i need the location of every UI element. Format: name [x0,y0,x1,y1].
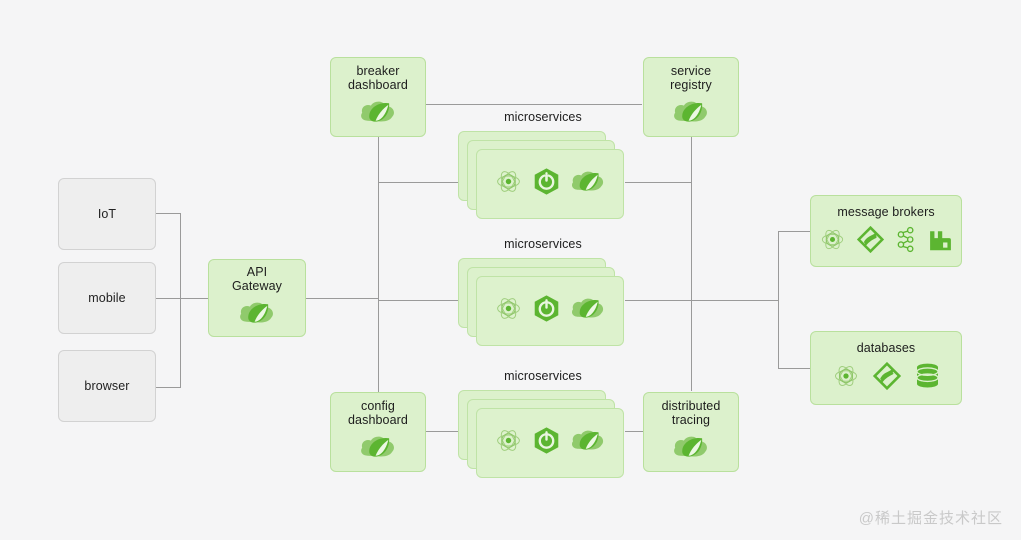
spring-cloud-icon [672,434,710,465]
message-brokers-icons [819,225,953,258]
distributed-tracing-icons [672,434,710,465]
microservices-title-middle: microservices [504,237,582,251]
spring-cloud-icon [359,99,397,130]
api-gateway-box[interactable]: API Gateway [208,259,306,337]
wire-trunk-to-ms-middle [378,300,462,301]
spring-boot-icon [532,294,561,328]
microservices-title-bottom: microservices [504,369,582,383]
wire-mobile-to-gateway [156,298,209,299]
broker-block-icon [928,226,953,257]
kafka-icon [895,226,917,258]
microservices-card-front[interactable] [476,149,624,219]
microservices-group-middle: microservices [458,237,628,358]
spring-cloud-icon [570,169,606,199]
atom-icon [819,226,846,258]
microservices-icons-middle [477,277,623,345]
api-gateway-label: API Gateway [231,265,283,293]
spring-cloud-icon [238,300,276,331]
wire-trunk-to-ms-top [378,182,462,183]
spring-cloud-icon [570,296,606,326]
client-box-iot[interactable]: IoT [58,178,156,250]
atom-icon [494,294,523,328]
config-dashboard-box[interactable]: config dashboard [330,392,426,472]
microservices-icons-bottom [477,409,623,477]
databases-box[interactable]: databases [810,331,962,405]
api-gateway-icons [238,300,276,331]
breaker-dashboard-icons [359,99,397,130]
rabbitmq-diamond-icon [856,225,885,258]
client-label-iot: IoT [97,207,117,221]
breaker-dashboard-box[interactable]: breaker dashboard [330,57,426,137]
client-label-browser: browser [84,379,130,393]
distributed-tracing-label: distributed tracing [661,399,721,427]
wire-trunk-to-databases [778,368,811,369]
microservices-group-top: microservices [458,110,628,231]
spring-cloud-icon [570,428,606,458]
rabbitmq-diamond-icon [872,361,901,395]
wire-client-bus [180,213,181,388]
spring-boot-icon [532,167,561,201]
wire-backend-trunk [778,231,779,369]
database-cylinder-icon [914,362,941,395]
config-dashboard-icons [359,434,397,465]
client-box-browser[interactable]: browser [58,350,156,422]
microservices-card-front[interactable] [476,408,624,478]
breaker-dashboard-label: breaker dashboard [348,64,408,92]
architecture-diagram: IoT mobile browser API Gateway breaker d… [0,0,1021,540]
spring-boot-icon [532,426,561,460]
service-registry-icons [672,99,710,130]
wire-iot-to-bus [156,213,181,214]
microservices-icons-top [477,150,623,218]
wire-trunk-to-brokers [778,231,811,232]
wire-gateway-to-trunk [306,298,379,299]
wire-registry-column [691,136,692,391]
client-label-mobile: mobile [88,291,126,305]
service-registry-label: service registry [670,64,712,92]
config-dashboard-label: config dashboard [348,399,408,427]
atom-icon [494,426,523,460]
wire-central-trunk [378,136,379,431]
message-brokers-label: message brokers [837,204,935,219]
wire-ms-middle-to-backend-trunk [625,300,779,301]
spring-cloud-icon [672,99,710,130]
watermark-text: @稀土掘金技术社区 [858,510,1003,527]
wire-browser-to-bus [156,387,181,388]
databases-icons [832,361,941,395]
microservices-card-front[interactable] [476,276,624,346]
message-brokers-box[interactable]: message brokers [810,195,962,267]
wire-ms-top-to-registry [625,182,692,183]
service-registry-box[interactable]: service registry [643,57,739,137]
microservices-title-top: microservices [504,110,582,124]
distributed-tracing-box[interactable]: distributed tracing [643,392,739,472]
atom-icon [494,167,523,201]
spring-cloud-icon [359,434,397,465]
databases-label: databases [856,341,916,355]
atom-icon [832,362,860,395]
client-box-mobile[interactable]: mobile [58,262,156,334]
wire-breaker-to-registry [426,104,642,105]
microservices-group-bottom: microservices [458,369,628,490]
